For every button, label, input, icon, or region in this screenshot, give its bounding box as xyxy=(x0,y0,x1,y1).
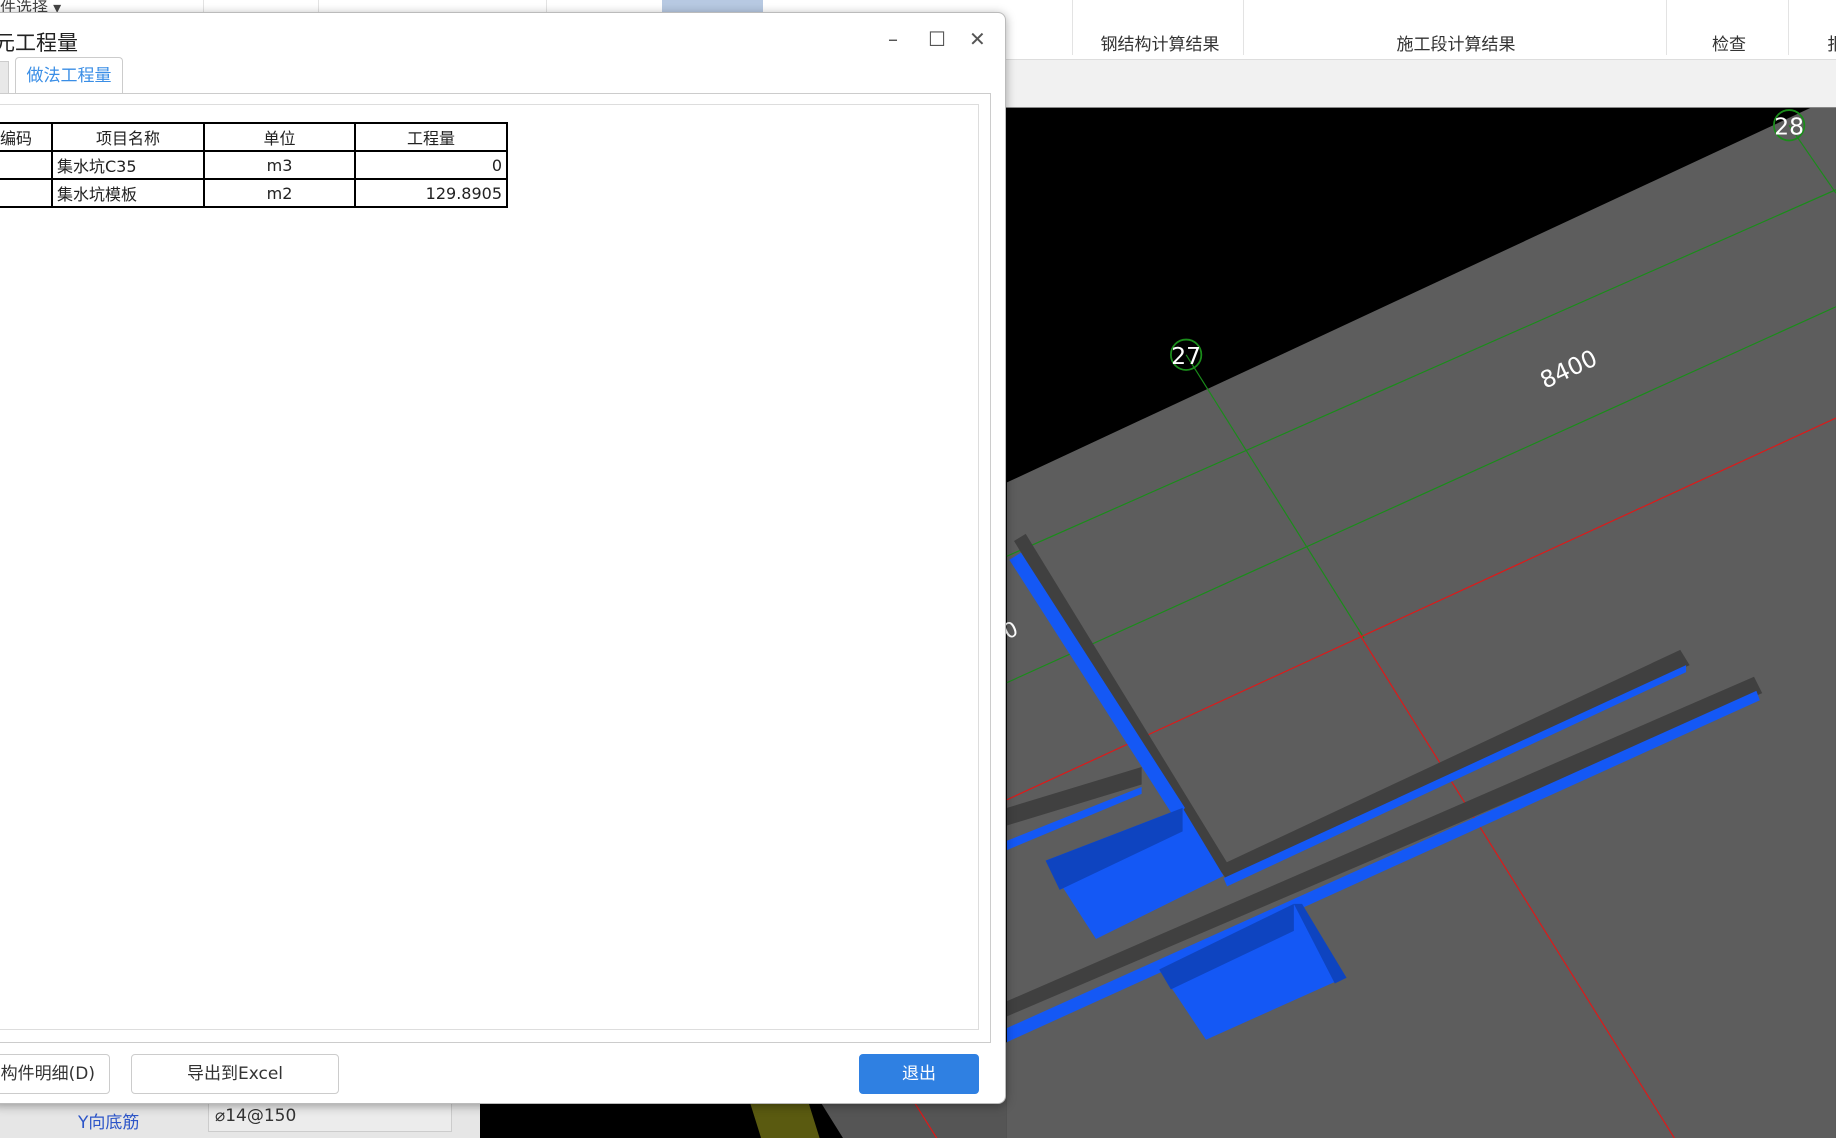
dialog-title: 图元工程量 xyxy=(0,31,78,55)
ribbon-report[interactable]: 报 xyxy=(1828,30,1836,55)
ribbon-steel-results[interactable]: 钢结构计算结果 xyxy=(1101,30,1220,55)
ribbon-stage-results[interactable]: 施工段计算结果 xyxy=(1397,30,1516,55)
quantity-table: 编码 项目名称 单位 工程量 集水坑C35 m3 0 集水坑模板 m2 129.… xyxy=(0,122,508,208)
table-row[interactable]: 集水坑模板 m2 129.8905 xyxy=(0,178,508,208)
component-detail-button[interactable]: 构件明细(D) xyxy=(0,1054,110,1094)
ribbon-highlight xyxy=(662,0,763,12)
close-icon[interactable]: ✕ xyxy=(969,27,986,51)
tab-method-quantity[interactable]: 做法工程量 xyxy=(15,57,123,95)
property-label: Y向底筋 xyxy=(78,1113,140,1133)
table-header: 编码 项目名称 单位 工程量 xyxy=(0,122,508,152)
quantity-dialog: 图元工程量 – ☐ ✕ 做法工程量 编码 项目名称 单位 工程量 集水坑C35 … xyxy=(0,12,1006,1104)
property-panel: Y向底筋 ⌀14@150 xyxy=(0,1100,480,1138)
axis-label-27: 27 xyxy=(1171,342,1201,370)
property-value[interactable]: ⌀14@150 xyxy=(208,1102,452,1132)
exit-button[interactable]: 退出 xyxy=(859,1054,979,1094)
export-excel-button[interactable]: 导出到Excel xyxy=(131,1054,339,1094)
minimize-icon[interactable]: – xyxy=(888,27,898,51)
maximize-icon[interactable]: ☐ xyxy=(928,27,946,51)
content-panel: 编码 项目名称 单位 工程量 集水坑C35 m3 0 集水坑模板 m2 129.… xyxy=(0,93,991,1043)
axis-label-28: 28 xyxy=(1774,113,1804,141)
table-row[interactable]: 集水坑C35 m3 0 xyxy=(0,150,508,180)
ribbon-check[interactable]: 检查 xyxy=(1712,30,1746,55)
tab-component-quantity[interactable] xyxy=(0,61,9,95)
